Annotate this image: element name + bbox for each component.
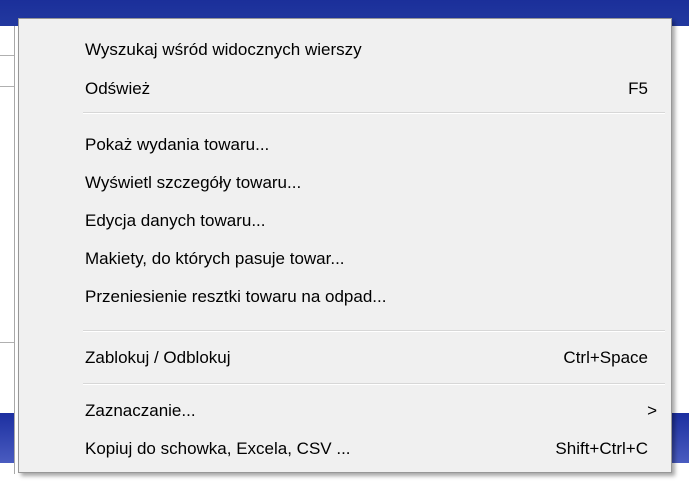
menu-item-label: Odśwież [85, 79, 151, 98]
background-row-divider [0, 86, 14, 87]
menu-item-label: Przeniesienie resztki towaru na odpad... [85, 287, 387, 306]
menu-item-label: Wyszukaj wśród widocznych wierszy [85, 40, 362, 59]
menu-item-move-remainder-to-waste[interactable]: Przeniesienie resztki towaru na odpad... [23, 279, 667, 315]
background-row-divider [0, 55, 14, 56]
menu-item-label: Pokaż wydania towaru... [85, 135, 270, 154]
menu-item-search-visible-rows[interactable]: Wyszukaj wśród widocznych wierszy [23, 32, 667, 68]
menu-item-edit-product-data[interactable]: Edycja danych towaru... [23, 203, 667, 239]
menu-item-selection-submenu[interactable]: Zaznaczanie... > [23, 393, 667, 429]
menu-item-label: Edycja danych towaru... [85, 211, 266, 230]
menu-item-label: Makiety, do których pasuje towar... [85, 249, 345, 268]
menu-item-matching-mockups[interactable]: Makiety, do których pasuje towar... [23, 241, 667, 277]
background-selected-row-right [671, 413, 689, 463]
menu-item-shortcut: Ctrl+Space [563, 348, 648, 367]
menu-separator [83, 330, 665, 332]
menu-separator [83, 112, 665, 114]
menu-item-label: Zaznaczanie... [85, 401, 196, 420]
menu-item-copy-to-clipboard[interactable]: Kopiuj do schowka, Excela, CSV ... Shift… [23, 431, 667, 467]
menu-item-label: Kopiuj do schowka, Excela, CSV ... [85, 439, 351, 458]
menu-item-shortcut: F5 [628, 79, 648, 98]
menu-item-show-product-issues[interactable]: Pokaż wydania towaru... [23, 127, 667, 163]
menu-item-lock-unlock[interactable]: Zablokuj / Odblokuj Ctrl+Space [23, 340, 667, 376]
background-row-divider [0, 342, 14, 343]
context-menu: Wyszukaj wśród widocznych wierszy Odświe… [18, 18, 672, 473]
menu-separator [83, 383, 665, 385]
background-selected-row-left [0, 413, 14, 463]
menu-item-refresh[interactable]: Odśwież F5 [23, 71, 667, 107]
menu-item-label: Wyświetl szczegóły towaru... [85, 173, 302, 192]
menu-item-show-product-details[interactable]: Wyświetl szczegóły towaru... [23, 165, 667, 201]
menu-item-label: Zablokuj / Odblokuj [85, 348, 231, 367]
background-bottom-strip [0, 474, 689, 486]
submenu-arrow-icon: > [647, 401, 657, 420]
menu-item-shortcut: Shift+Ctrl+C [555, 439, 648, 458]
